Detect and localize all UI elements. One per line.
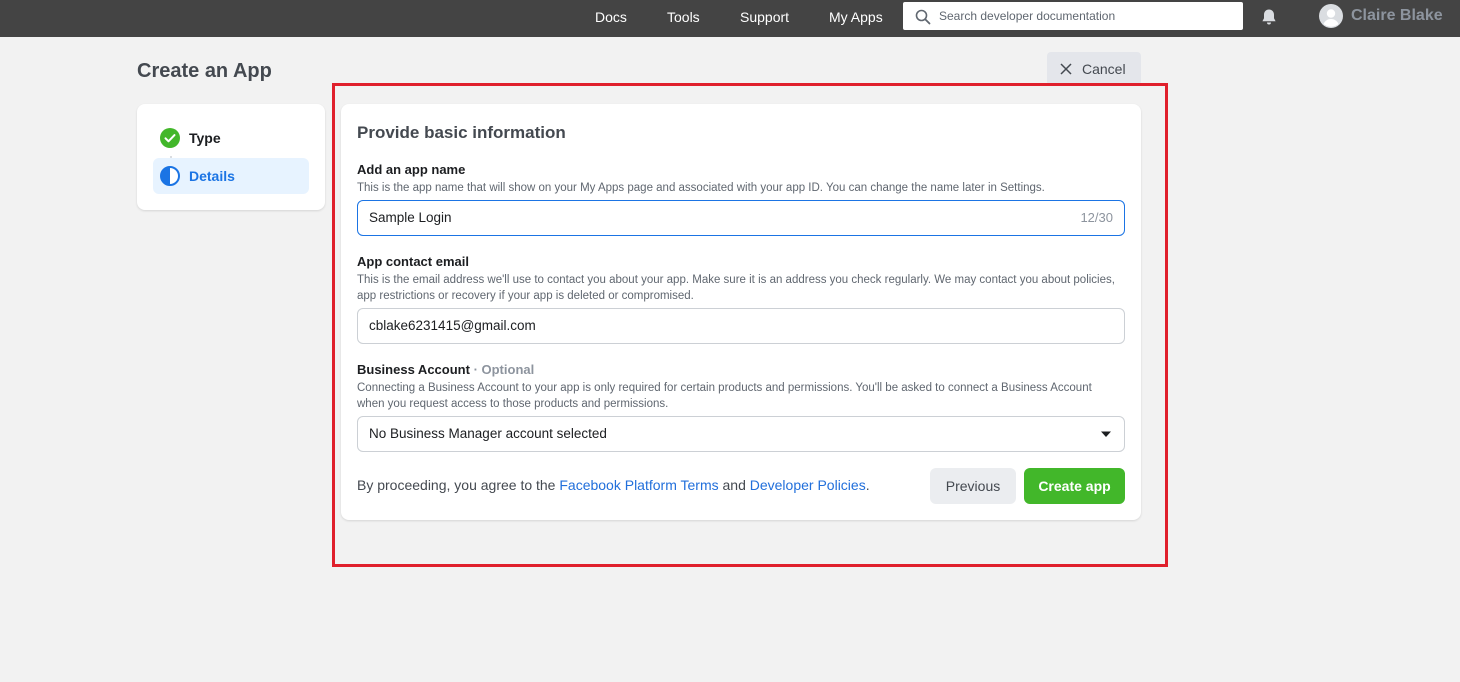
terms-middle: and	[718, 477, 750, 493]
business-account-select[interactable]: No Business Manager account selected	[357, 416, 1125, 452]
step-details[interactable]: Details	[153, 158, 309, 194]
app-name-label: Add an app name	[357, 162, 466, 177]
business-account-selected: No Business Manager account selected	[369, 426, 607, 441]
nav-docs-link[interactable]: Docs	[595, 9, 627, 25]
form-heading: Provide basic information	[357, 123, 566, 142]
app-name-field[interactable]: 12/30	[357, 200, 1125, 236]
terms-prefix: By proceeding, you agree to the	[357, 477, 560, 493]
step-type-label: Type	[189, 130, 221, 146]
business-account-label: Business Account · Optional	[357, 362, 534, 377]
developer-policies-link[interactable]: Developer Policies	[750, 477, 866, 493]
business-account-help: Connecting a Business Account to your ap…	[357, 382, 1092, 410]
business-account-label-text: Business Account	[357, 362, 470, 377]
nav-tools-link[interactable]: Tools	[667, 9, 700, 25]
top-navigation-bar: Docs Tools Support My Apps Claire Blake	[0, 0, 1460, 37]
avatar-icon	[1319, 4, 1343, 28]
create-app-button[interactable]: Create app	[1024, 468, 1125, 504]
contact-email-field[interactable]	[357, 308, 1125, 344]
contact-email-help: This is the email address we'll use to c…	[357, 274, 1115, 302]
search-box[interactable]	[903, 2, 1243, 30]
step-type[interactable]: Type	[153, 120, 309, 156]
user-name: Claire Blake	[1351, 7, 1443, 24]
contact-email-input[interactable]	[369, 309, 1049, 342]
half-circle-icon	[160, 166, 180, 186]
app-name-input[interactable]	[369, 201, 1049, 234]
terms-text: By proceeding, you agree to the Facebook…	[357, 477, 870, 493]
app-name-counter: 12/30	[1080, 210, 1113, 225]
contact-email-label: App contact email	[357, 254, 469, 269]
nav-my-apps-link[interactable]: My Apps	[829, 9, 883, 25]
steps-panel: Type Details	[137, 104, 325, 210]
previous-button[interactable]: Previous	[930, 468, 1016, 504]
bell-icon[interactable]	[1259, 7, 1279, 27]
app-name-help: This is the app name that will show on y…	[357, 182, 1045, 194]
chevron-down-icon	[1101, 431, 1111, 437]
search-input[interactable]	[939, 2, 1235, 30]
page-title: Create an App	[137, 60, 272, 82]
basic-info-form: Provide basic information Add an app nam…	[341, 104, 1141, 520]
nav-support-link[interactable]: Support	[740, 9, 789, 25]
check-circle-icon	[160, 128, 180, 148]
cancel-button-label: Cancel	[1082, 61, 1126, 77]
cancel-button[interactable]: Cancel	[1047, 52, 1141, 86]
platform-terms-link[interactable]: Facebook Platform Terms	[559, 477, 718, 493]
close-icon	[1060, 63, 1072, 75]
terms-suffix: .	[865, 477, 870, 493]
search-icon	[915, 9, 931, 25]
optional-tag: · Optional	[473, 362, 535, 377]
step-details-label: Details	[189, 168, 235, 184]
